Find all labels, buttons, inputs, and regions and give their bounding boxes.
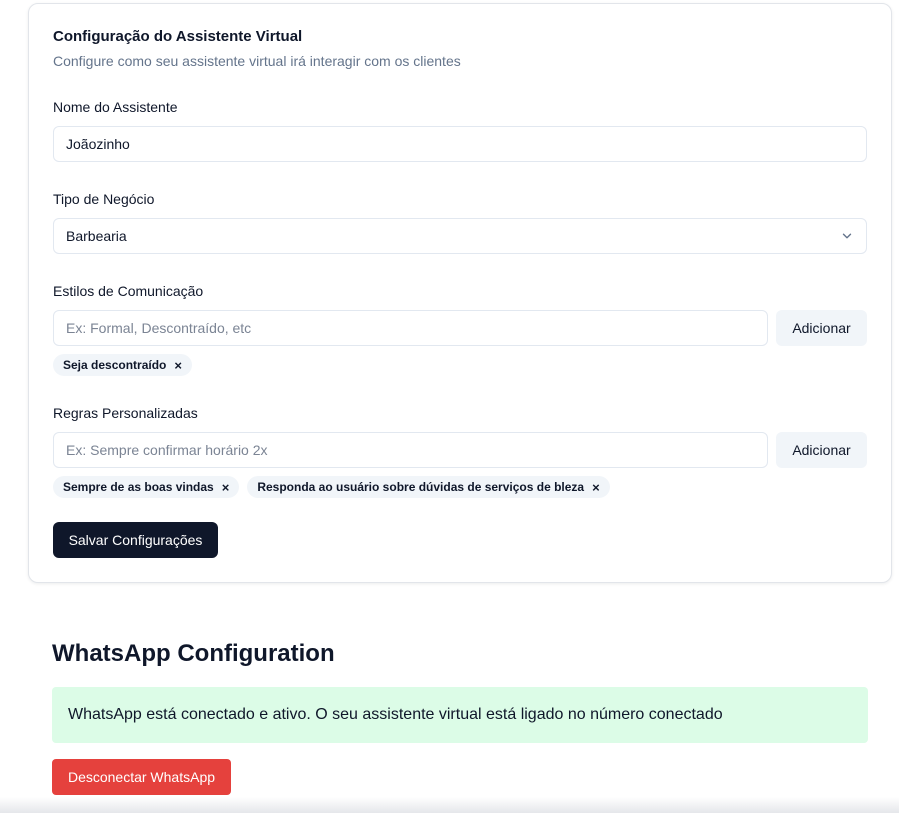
card-subtitle: Configure como seu assistente virtual ir… — [53, 53, 461, 69]
disconnect-whatsapp-button[interactable]: Desconectar WhatsApp — [52, 759, 231, 795]
assistant-config-card: Configuração do Assistente Virtual Confi… — [28, 3, 892, 583]
rule-chip: Sempre de as boas vindas × — [53, 476, 240, 498]
card-title: Configuração do Assistente Virtual — [53, 28, 303, 45]
assistant-name-label: Nome do Assistente — [53, 99, 178, 115]
custom-rule-input[interactable] — [53, 432, 768, 468]
close-icon[interactable]: × — [174, 359, 182, 372]
close-icon[interactable]: × — [592, 481, 600, 494]
whatsapp-section-title: WhatsApp Configuration — [52, 640, 335, 667]
chevron-down-icon — [842, 233, 852, 239]
style-chip-list: Seja descontraído × — [53, 354, 192, 376]
business-type-label: Tipo de Negócio — [53, 191, 155, 207]
whatsapp-status-alert: WhatsApp está conectado e ativo. O seu a… — [52, 687, 868, 743]
rule-chip-list: Sempre de as boas vindas × Responda ao u… — [53, 476, 610, 498]
whatsapp-status-text: WhatsApp está conectado e ativo. O seu a… — [68, 706, 723, 723]
business-type-select[interactable]: Barbearia — [53, 218, 867, 254]
custom-rules-label: Regras Personalizadas — [53, 405, 198, 421]
assistant-name-input[interactable] — [53, 126, 867, 162]
chip-label: Responda ao usuário sobre dúvidas de ser… — [257, 480, 585, 494]
business-type-value: Barbearia — [66, 228, 127, 244]
bottom-shadow — [0, 797, 899, 813]
communication-style-input[interactable] — [53, 310, 768, 346]
communication-styles-label: Estilos de Comunicação — [53, 283, 204, 299]
add-rule-button[interactable]: Adicionar — [776, 432, 867, 468]
chip-label: Seja descontraído — [63, 358, 167, 372]
add-style-button[interactable]: Adicionar — [776, 310, 867, 346]
chip-label: Sempre de as boas vindas — [63, 480, 214, 494]
close-icon[interactable]: × — [222, 481, 230, 494]
style-chip: Seja descontraído × — [53, 354, 192, 376]
rule-chip: Responda ao usuário sobre dúvidas de ser… — [247, 476, 610, 498]
save-settings-button[interactable]: Salvar Configurações — [53, 522, 218, 558]
